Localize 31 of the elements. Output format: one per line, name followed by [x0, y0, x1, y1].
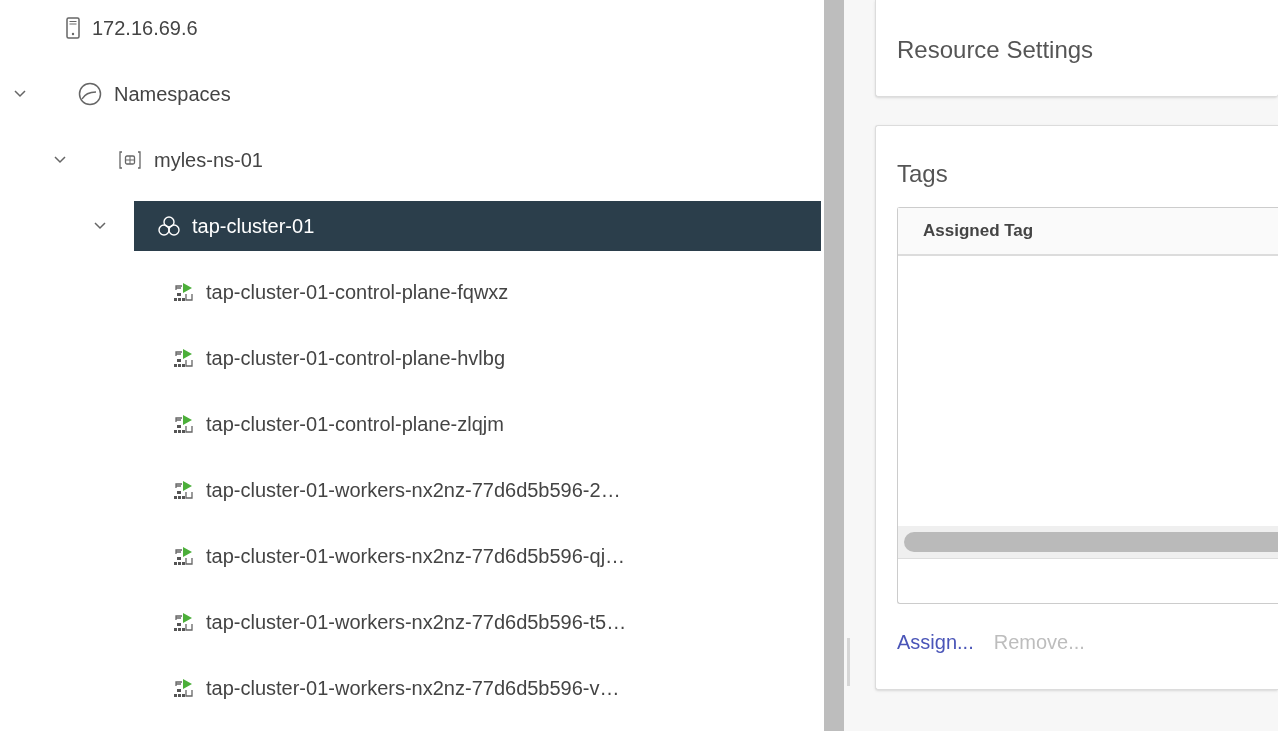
horizontal-scrollbar[interactable] [898, 526, 1278, 559]
chevron-down-icon[interactable] [14, 90, 26, 98]
tree-node[interactable]: Namespaces [54, 69, 231, 119]
resize-handle[interactable] [847, 638, 850, 686]
column-header[interactable]: Assigned Tag [923, 218, 1034, 244]
vm-icon [172, 347, 194, 369]
tree-node[interactable]: myles-ns-01 [94, 135, 263, 185]
tree-node[interactable]: tap-cluster-01 [134, 201, 821, 251]
tree-node[interactable]: tap-cluster-01-workers-nx2nz-77d6d5b596-v… [148, 663, 620, 713]
vm-icon [172, 479, 194, 501]
tree-node[interactable]: 172.16.69.6 [42, 3, 198, 53]
vm-icon [172, 281, 194, 303]
chevron-down-icon[interactable] [54, 156, 66, 164]
tree-node[interactable]: tap-cluster-01-control-plane-zlqjm [148, 399, 504, 449]
vm-icon [172, 677, 194, 699]
tree-node[interactable]: tap-cluster-01-workers-nx2nz-77d6d5b596-t5… [148, 597, 627, 647]
gauge-icon [78, 82, 102, 106]
section-title: Tags [897, 159, 949, 189]
vm-icon [172, 413, 194, 435]
tree-node[interactable]: tap-cluster-01-control-plane-hvlbg [148, 333, 506, 383]
tree-node[interactable]: tap-cluster-01-workers-nx2nz-77d6d5b596-2… [148, 465, 621, 515]
vm-icon [172, 545, 194, 567]
server-icon [66, 17, 80, 39]
tree-node[interactable]: tap-cluster-01-control-plane-fqwxz [148, 267, 509, 317]
chevron-down-icon[interactable] [94, 222, 106, 230]
tree-node[interactable]: tap-cluster-01-workers-nx2nz-77d6d5b596-qj… [148, 531, 626, 581]
section-title: Resource Settings [897, 35, 1094, 65]
action-link[interactable]: Assign... [897, 627, 974, 657]
namespace-icon [118, 150, 142, 170]
vm-icon [172, 611, 194, 633]
cluster-icon [158, 215, 180, 237]
